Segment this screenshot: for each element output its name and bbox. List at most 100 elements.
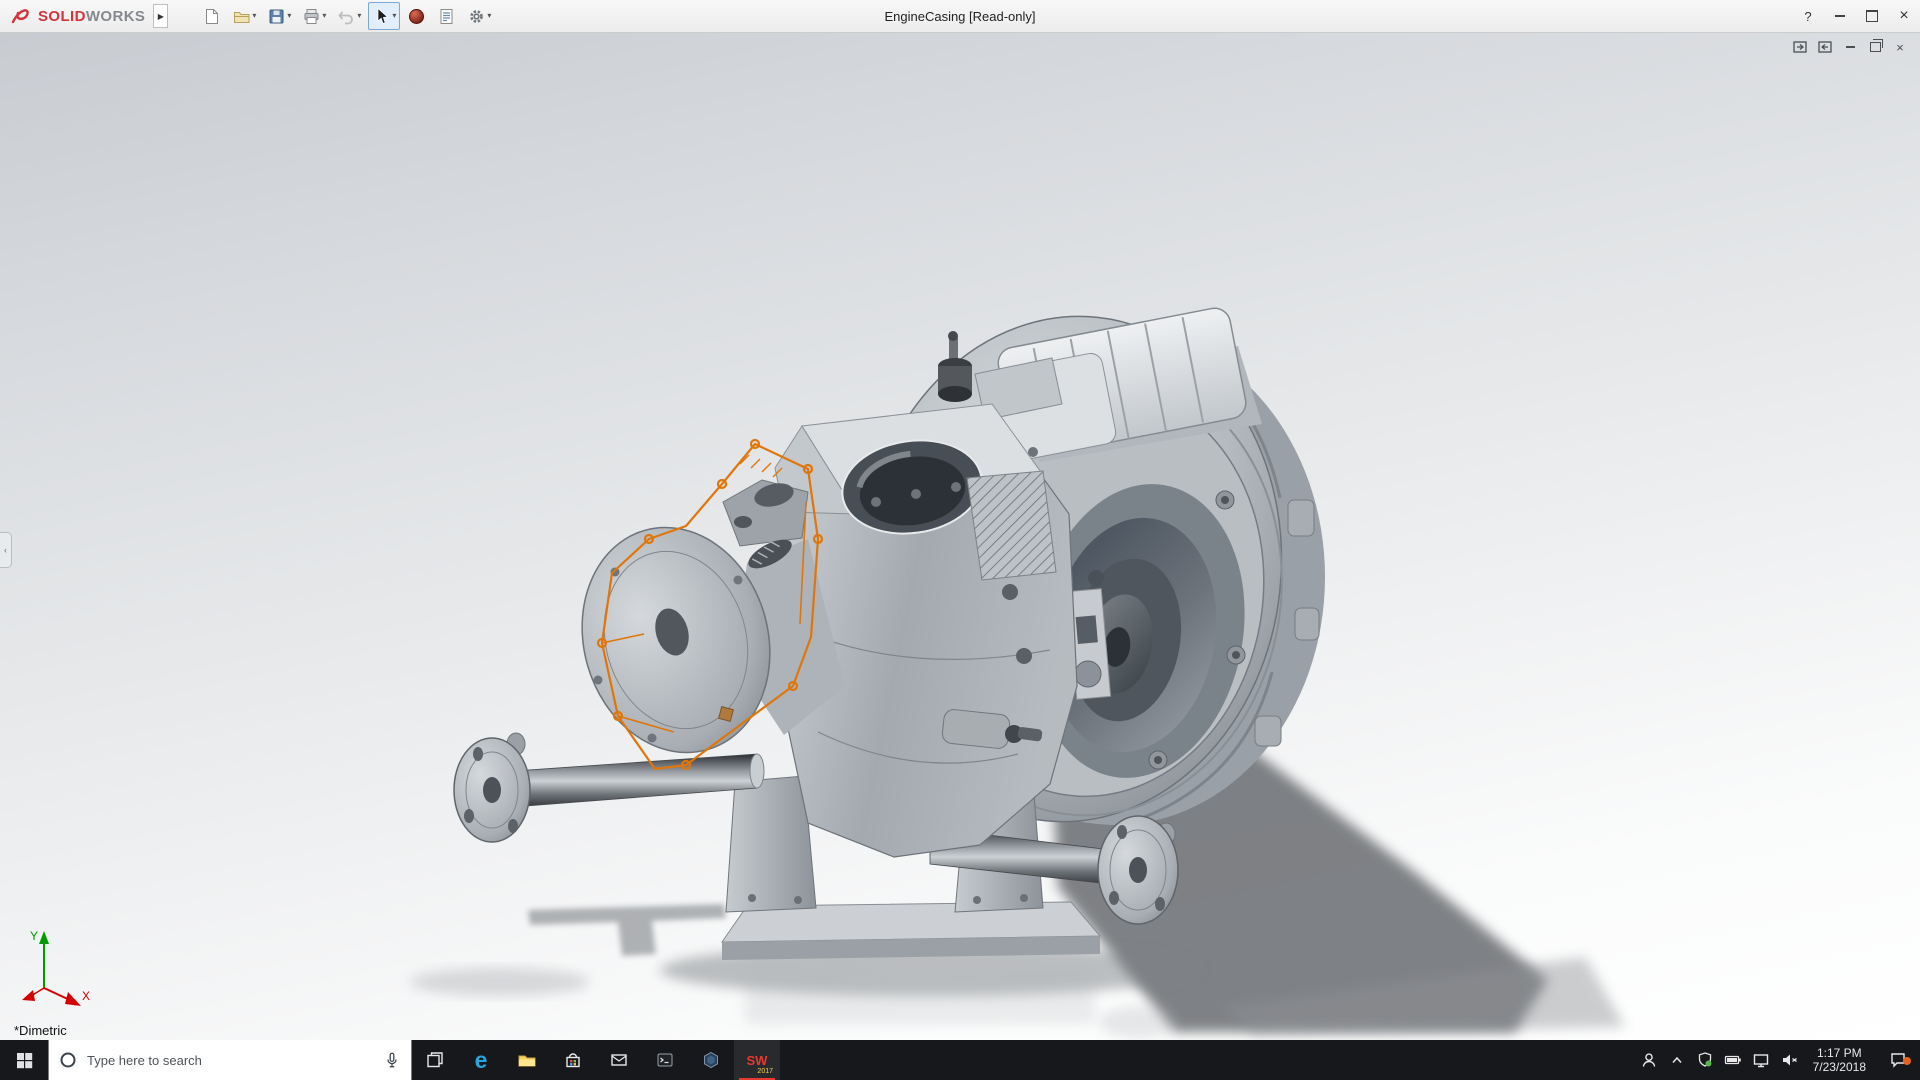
options-button[interactable]: ▾	[463, 2, 495, 30]
graphics-area[interactable]: × ‹ Y X *Dimetric	[0, 32, 1920, 1040]
people-tray-button[interactable]	[1637, 1050, 1661, 1070]
close-icon: ×	[1899, 8, 1908, 24]
taskbar-app-edrawings[interactable]	[688, 1040, 734, 1080]
windows-logo-icon	[15, 1051, 34, 1070]
taskbar-search-box[interactable]	[48, 1040, 412, 1080]
help-button[interactable]: ?	[1792, 0, 1824, 32]
action-center-button[interactable]	[1878, 1050, 1918, 1070]
volume-tray-button[interactable]	[1777, 1050, 1801, 1070]
orientation-triad: Y X	[14, 926, 98, 1014]
window-controls: ? ×	[1792, 0, 1920, 32]
cortana-icon	[59, 1051, 77, 1069]
panel-collapse-tab[interactable]: ‹	[0, 532, 12, 568]
taskbar-app-task-view[interactable]	[412, 1040, 458, 1080]
chevron-up-icon	[1667, 1050, 1687, 1070]
minimize-document-button[interactable]	[1842, 40, 1858, 54]
taskbar-app-command-prompt[interactable]	[642, 1040, 688, 1080]
taskbar-app-mail[interactable]	[596, 1040, 642, 1080]
maximize-icon	[1866, 10, 1878, 22]
undo-button[interactable]: ▾	[333, 2, 365, 30]
open-dropdown-caret[interactable]: ▾	[252, 12, 256, 20]
print-button[interactable]: ▾	[298, 2, 330, 30]
report-button[interactable]	[433, 2, 460, 30]
maximize-button[interactable]	[1856, 0, 1888, 32]
select-cursor-icon	[372, 7, 391, 26]
report-document-icon	[437, 7, 456, 26]
undo-icon	[337, 7, 356, 26]
command-prompt-icon	[655, 1050, 675, 1070]
task-view-icon	[425, 1050, 445, 1070]
mail-icon	[609, 1050, 629, 1070]
defender-tray-button[interactable]	[1693, 1050, 1717, 1070]
print-icon	[302, 7, 321, 26]
notification-badge	[1903, 1057, 1911, 1065]
view-orientation-label: *Dimetric	[14, 1023, 67, 1038]
solidworks-app-year: 2017	[757, 1068, 773, 1075]
taskbar-clock[interactable]: 1:17 PM 7/23/2018	[1805, 1046, 1874, 1074]
mount-base	[722, 902, 1100, 960]
file-explorer-icon	[517, 1050, 537, 1070]
solidworks-logo: SOLIDWORKS	[0, 6, 145, 26]
show-hidden-icons-button[interactable]	[1665, 1050, 1689, 1070]
people-icon	[1639, 1050, 1659, 1070]
y-axis-arrow	[39, 931, 49, 944]
clock-date: 7/23/2018	[1813, 1060, 1866, 1074]
volume-muted-icon	[1779, 1050, 1799, 1070]
taskbar-app-solidworks[interactable]: SW 2017	[734, 1040, 780, 1080]
taskbar-app-file-explorer[interactable]	[504, 1040, 550, 1080]
brand-text: SOLIDWORKS	[38, 8, 145, 25]
start-button[interactable]	[0, 1040, 48, 1080]
network-tray-button[interactable]	[1749, 1050, 1773, 1070]
shield-icon	[1695, 1050, 1715, 1070]
restore-document-icon	[1870, 42, 1881, 52]
minimize-button[interactable]	[1824, 0, 1856, 32]
print-dropdown-caret[interactable]: ▾	[322, 12, 326, 20]
undo-dropdown-caret[interactable]: ▾	[357, 12, 361, 20]
windows-taskbar: e	[0, 1040, 1920, 1080]
x-axis-label: X	[82, 989, 90, 1003]
solidworks-application-window: SOLIDWORKS ▶ ▾	[0, 0, 1920, 1080]
open-button[interactable]: ▾	[228, 2, 260, 30]
solidworks-app-icon: SW	[747, 1053, 768, 1068]
dock-document-icon	[1818, 41, 1832, 53]
restore-document-button[interactable]	[1867, 40, 1883, 54]
clock-time: 1:17 PM	[1813, 1046, 1866, 1060]
new-document-icon	[202, 7, 221, 26]
taskbar-app-edge[interactable]: e	[458, 1040, 504, 1080]
system-tray: 1:17 PM 7/23/2018	[1637, 1040, 1920, 1080]
close-button[interactable]: ×	[1888, 0, 1920, 32]
save-icon	[267, 7, 286, 26]
options-dropdown-caret[interactable]: ▾	[487, 12, 491, 20]
search-input[interactable]	[85, 1052, 375, 1069]
appearance-button[interactable]	[403, 2, 430, 30]
minimize-icon	[1835, 15, 1845, 17]
open-folder-icon	[232, 7, 251, 26]
ds-logo-icon	[10, 6, 34, 26]
dock-document-button[interactable]	[1817, 40, 1833, 54]
taskbar-app-store[interactable]	[550, 1040, 596, 1080]
toolbar-expand-arrow[interactable]: ▶	[153, 4, 168, 28]
new-document-button[interactable]	[198, 2, 225, 30]
document-window-controls: ×	[1792, 40, 1908, 54]
display-network-icon	[1751, 1050, 1771, 1070]
engine-model-3d[interactable]	[0, 32, 1920, 1040]
edge-icon: e	[475, 1049, 488, 1072]
battery-icon	[1723, 1050, 1743, 1070]
select-tool-button[interactable]: ▾	[368, 2, 400, 30]
microphone-icon[interactable]	[383, 1051, 401, 1069]
z-axis-arrow	[22, 990, 35, 1001]
store-icon	[563, 1050, 583, 1070]
float-document-button[interactable]	[1792, 40, 1808, 54]
edrawings-icon	[701, 1050, 721, 1070]
select-dropdown-caret[interactable]: ▾	[392, 12, 396, 20]
close-document-icon: ×	[1896, 41, 1904, 54]
battery-tray-button[interactable]	[1721, 1050, 1745, 1070]
float-document-icon	[1793, 41, 1807, 53]
close-document-button[interactable]: ×	[1892, 40, 1908, 54]
gear-icon	[467, 7, 486, 26]
save-button[interactable]: ▾	[263, 2, 295, 30]
x-axis-arrow	[65, 992, 81, 1006]
save-dropdown-caret[interactable]: ▾	[287, 12, 291, 20]
quick-access-toolbar: ▾ ▾ ▾	[198, 2, 495, 30]
appearance-ball-icon	[407, 7, 426, 26]
